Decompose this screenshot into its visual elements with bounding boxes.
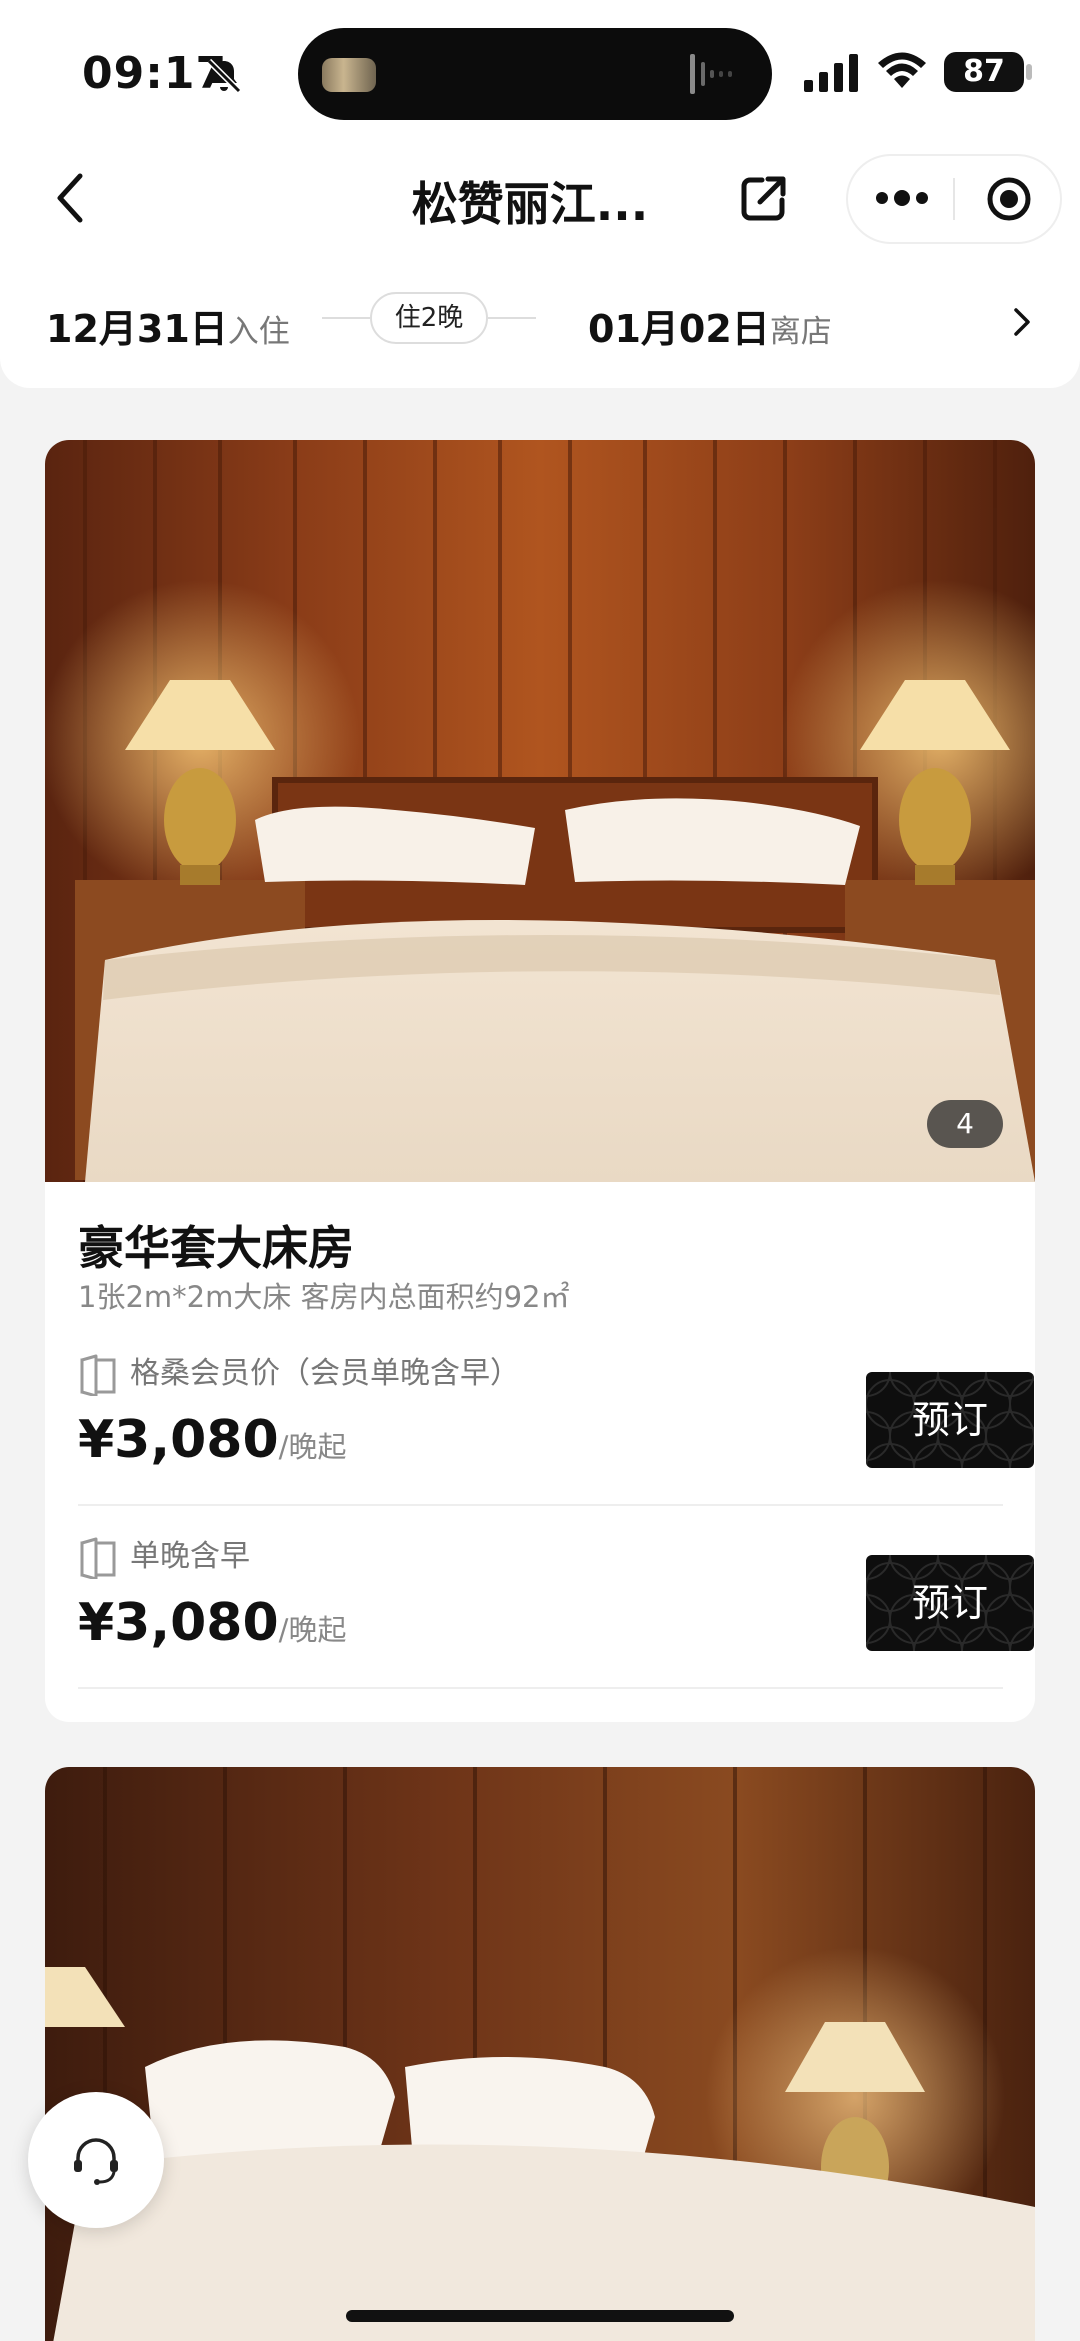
checkin-label: 入住 xyxy=(227,314,290,350)
divider-line xyxy=(322,317,370,319)
audio-wave-icon xyxy=(690,54,732,94)
rate-option: 单晚含早 ¥3,080/晚起 预订 xyxy=(78,1535,1034,1695)
rate-price: ¥3,080/晚起 xyxy=(78,1593,346,1653)
customer-service-button[interactable] xyxy=(28,2092,164,2228)
photo-count-badge[interactable]: 4 xyxy=(927,1100,1003,1148)
rate-name: 格桑会员价（会员单晚含早） xyxy=(130,1356,520,1391)
price-amount: ¥3,080 xyxy=(78,1410,279,1470)
back-icon[interactable] xyxy=(50,170,90,226)
hotel-room-list-page: 09:17 87 松赞丽江... 12月31日入住 住2晚 01月02日离店 4… xyxy=(0,0,1080,2341)
dynamic-island[interactable] xyxy=(298,28,772,120)
date-selector[interactable]: 12月31日入住 住2晚 01月02日离店 xyxy=(0,256,1080,388)
capsule-divider xyxy=(953,178,955,220)
checkout-label: 离店 xyxy=(769,314,832,350)
divider xyxy=(78,1504,1003,1506)
room-photo[interactable] xyxy=(45,440,1035,1182)
divider-line xyxy=(488,317,536,319)
room-photo[interactable] xyxy=(45,1767,1035,2341)
bell-slash-icon xyxy=(206,58,242,94)
chevron-right-icon[interactable] xyxy=(1010,304,1034,340)
price-unit: /晚起 xyxy=(278,1430,347,1464)
room-name: 豪华套大床房 xyxy=(78,1221,354,1275)
rate-name: 单晚含早 xyxy=(130,1539,250,1574)
share-icon[interactable] xyxy=(740,174,788,222)
target-icon[interactable] xyxy=(986,176,1032,222)
media-thumbnail xyxy=(322,58,376,92)
price-amount: ¥3,080 xyxy=(78,1593,279,1653)
book-button[interactable]: 预订 xyxy=(866,1372,1034,1468)
signal-icon xyxy=(804,54,858,92)
rate-price: ¥3,080/晚起 xyxy=(78,1410,346,1470)
checkin-date-value: 12月31日 xyxy=(46,307,228,351)
divider xyxy=(78,1687,1003,1689)
home-indicator[interactable] xyxy=(346,2310,734,2322)
checkout-date-value: 01月02日 xyxy=(588,307,770,351)
checkout-date[interactable]: 01月02日离店 xyxy=(588,298,832,353)
room-card: 4 豪华套大床房 1张2m*2m大床 客房内总面积约92㎡ 格桑会员价（会员单晚… xyxy=(45,440,1035,1722)
more-icon[interactable] xyxy=(874,186,930,210)
headset-icon xyxy=(74,2138,118,2185)
book-button-label: 预订 xyxy=(911,1581,988,1625)
nav-bar: 松赞丽江... xyxy=(0,140,1080,256)
room-description: 1张2m*2m大床 客房内总面积约92㎡ xyxy=(78,1280,570,1314)
page-title: 松赞丽江... xyxy=(411,177,649,231)
book-button-label: 预订 xyxy=(911,1398,988,1442)
battery-level: 87 xyxy=(963,54,1005,89)
rate-option: 格桑会员价（会员单晚含早） ¥3,080/晚起 预订 xyxy=(78,1352,1034,1512)
nights-badge: 住2晚 xyxy=(370,292,488,344)
book-button[interactable]: 预订 xyxy=(866,1555,1034,1651)
checkin-date[interactable]: 12月31日入住 xyxy=(46,298,290,353)
room-card xyxy=(45,1767,1035,2341)
status-bar: 09:17 87 xyxy=(0,0,1080,140)
battery-cap xyxy=(1026,64,1032,80)
wifi-icon xyxy=(878,52,926,88)
price-unit: /晚起 xyxy=(278,1613,347,1647)
